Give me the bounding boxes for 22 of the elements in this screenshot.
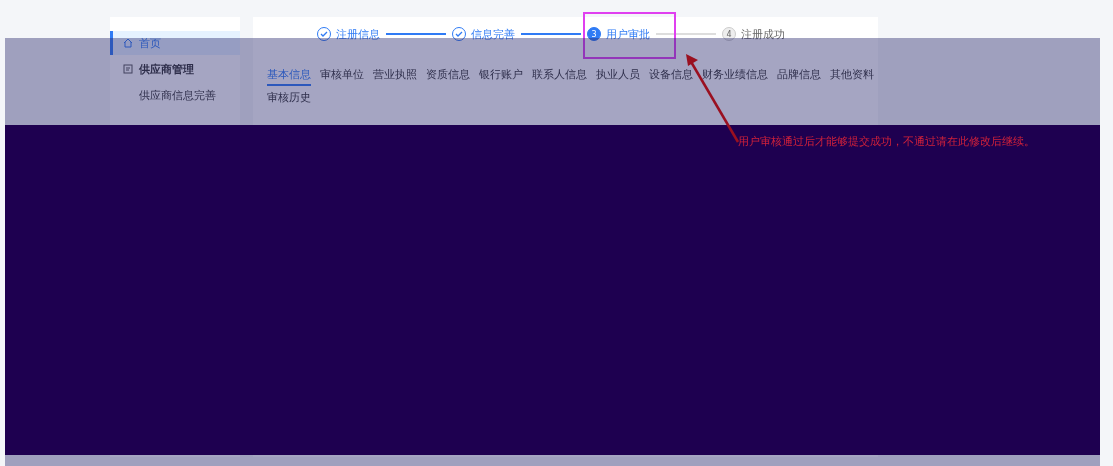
tab[interactable]: 营业执照	[373, 65, 417, 86]
tab[interactable]: 审核历史	[267, 88, 311, 109]
tab[interactable]: 其他资料	[830, 65, 874, 86]
tab[interactable]: 审核单位	[320, 65, 364, 86]
step-number: 4	[722, 27, 736, 41]
tab[interactable]: 资质信息	[426, 65, 470, 86]
annotation-text: 用户审核通过后才能够提交成功，不通过请在此修改后继续。	[738, 134, 1035, 149]
step-number: 3	[587, 27, 601, 41]
home-icon	[123, 38, 133, 48]
tab[interactable]: 设备信息	[649, 65, 693, 86]
step-label: 用户审批	[606, 26, 650, 42]
sidebar-item[interactable]: 供应商管理	[110, 57, 240, 81]
tab[interactable]: 联系人信息	[532, 65, 587, 86]
step-label: 信息完善	[471, 26, 515, 42]
tab[interactable]: 银行账户	[479, 65, 523, 86]
tab[interactable]: 执业人员	[596, 65, 640, 86]
tab[interactable]: 财务业绩信息	[702, 65, 768, 86]
sidebar-item[interactable]: 供应商信息完善	[110, 83, 240, 107]
step-label: 注册成功	[741, 26, 785, 42]
step-label: 注册信息	[336, 26, 380, 42]
tab[interactable]: 品牌信息	[777, 65, 821, 86]
document-icon	[123, 64, 133, 74]
